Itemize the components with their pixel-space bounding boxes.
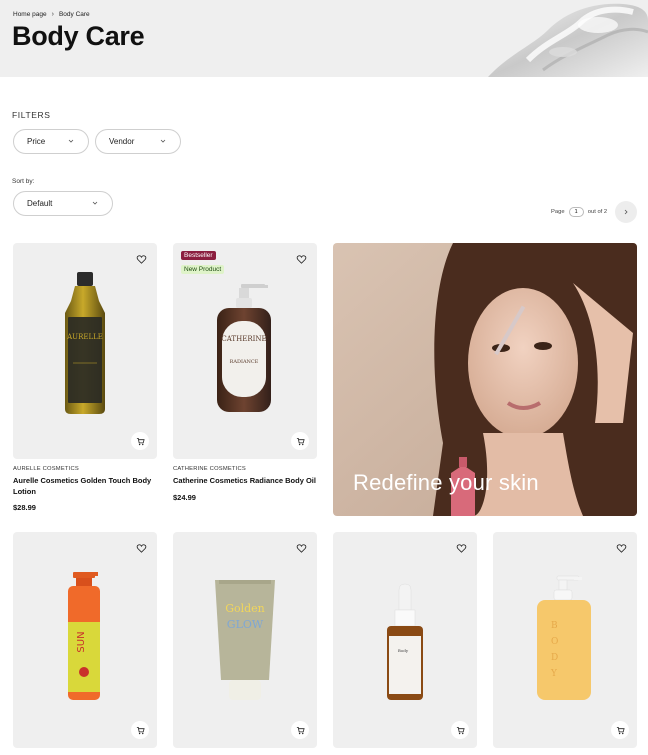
heart-icon[interactable] [296, 254, 307, 265]
product-vendor: AURELLE COSMETICS [13, 466, 79, 472]
add-to-cart-button[interactable] [291, 432, 309, 450]
add-to-cart-button[interactable] [131, 721, 149, 739]
cart-icon [456, 726, 465, 734]
product-image[interactable]: CATHERINE RADIANCE Bestseller New Produc… [173, 243, 317, 459]
foam-bottle-image: SUN [68, 572, 100, 700]
breadcrumb-home-link[interactable]: Home page [13, 11, 47, 18]
product-vendor: CATHERINE COSMETICS [173, 466, 246, 472]
product-name[interactable]: Aurelle Cosmetics Golden Touch Body Loti… [13, 476, 157, 497]
pagination: Page 1 out of 2 [551, 207, 607, 217]
breadcrumb: Home page › Body Care [13, 11, 90, 18]
chevron-down-icon [68, 139, 74, 143]
chevron-down-icon [160, 139, 166, 143]
chevron-down-icon [92, 201, 98, 205]
product-price: $28.99 [13, 503, 36, 512]
serum-dropper-bottle-image: Body [387, 583, 423, 700]
sort-label: Sort by: [12, 178, 35, 185]
svg-text:CATHERINE: CATHERINE [221, 335, 266, 343]
heart-icon[interactable] [296, 543, 307, 554]
svg-text:GLOW: GLOW [227, 618, 264, 631]
price-filter-dropdown[interactable]: Price [13, 129, 89, 154]
page-hero: Home page › Body Care Body Care [0, 0, 648, 77]
svg-text:O: O [551, 637, 558, 647]
product-card[interactable]: AURELLE AURELLE COSMETICS Aurelle Cosmet… [13, 243, 157, 512]
breadcrumb-current: Body Care [58, 11, 90, 18]
add-to-cart-button[interactable] [451, 721, 469, 739]
filters-heading: FILTERS [12, 110, 51, 120]
cart-icon [296, 726, 305, 734]
pagination-current-page[interactable]: 1 [568, 207, 584, 217]
product-card[interactable]: Golden GLOW [173, 532, 317, 748]
product-card[interactable]: Body [333, 532, 477, 748]
svg-text:B: B [551, 621, 558, 631]
product-card[interactable]: SUN [13, 532, 157, 748]
page-title: Body Care [12, 21, 145, 51]
promo-banner[interactable]: Redefine your skin [333, 243, 637, 516]
product-card[interactable]: CATHERINE RADIANCE Bestseller New Produc… [173, 243, 317, 502]
pagination-total: out of 2 [587, 209, 608, 215]
svg-text:RADIANCE: RADIANCE [230, 359, 259, 365]
pagination-next-button[interactable] [615, 201, 637, 223]
product-name[interactable]: Catherine Cosmetics Radiance Body Oil [173, 476, 317, 487]
add-to-cart-button[interactable] [291, 721, 309, 739]
svg-text:Golden: Golden [225, 602, 265, 615]
add-to-cart-button[interactable] [131, 432, 149, 450]
svg-text:AURELLE: AURELLE [66, 333, 103, 341]
heart-icon[interactable] [136, 254, 147, 265]
badge-new-product: New Product [181, 265, 225, 274]
svg-text:D: D [551, 653, 558, 663]
product-image[interactable]: Golden GLOW [173, 532, 317, 748]
vendor-filter-dropdown[interactable]: Vendor [95, 129, 181, 154]
cart-icon [616, 726, 625, 734]
body-wash-pump-bottle-image: B O D Y [537, 575, 591, 700]
heart-icon[interactable] [136, 543, 147, 554]
heart-icon[interactable] [616, 543, 627, 554]
breadcrumb-separator: › [51, 11, 54, 18]
svg-text:SUN: SUN [76, 631, 87, 652]
cart-icon [136, 726, 145, 734]
svg-text:Body: Body [398, 648, 409, 653]
product-image[interactable]: AURELLE [13, 243, 157, 459]
price-filter-label: Price [27, 137, 46, 146]
tube-image: Golden GLOW [215, 580, 275, 700]
product-card[interactable]: B O D Y [493, 532, 637, 748]
svg-text:Y: Y [550, 669, 558, 679]
cart-icon [296, 437, 305, 445]
hero-gel-image [488, 3, 648, 77]
product-image[interactable]: Body [333, 532, 477, 748]
body-oil-pump-bottle-image: CATHERINE RADIANCE [217, 284, 271, 412]
add-to-cart-button[interactable] [611, 721, 629, 739]
vendor-filter-label: Vendor [109, 137, 135, 146]
product-image[interactable]: SUN [13, 532, 157, 748]
sort-select[interactable]: Default [13, 191, 113, 216]
cart-icon [136, 437, 145, 445]
badge-bestseller: Bestseller [181, 251, 216, 260]
product-price: $24.99 [173, 492, 196, 502]
heart-icon[interactable] [456, 543, 467, 554]
promo-headline: Redefine your skin [353, 470, 539, 495]
lotion-bottle-image: AURELLE [65, 272, 105, 414]
chevron-right-icon [624, 209, 628, 215]
product-image[interactable]: B O D Y [493, 532, 637, 748]
pagination-page-label: Page [551, 209, 565, 215]
sort-selected-value: Default [27, 199, 53, 208]
